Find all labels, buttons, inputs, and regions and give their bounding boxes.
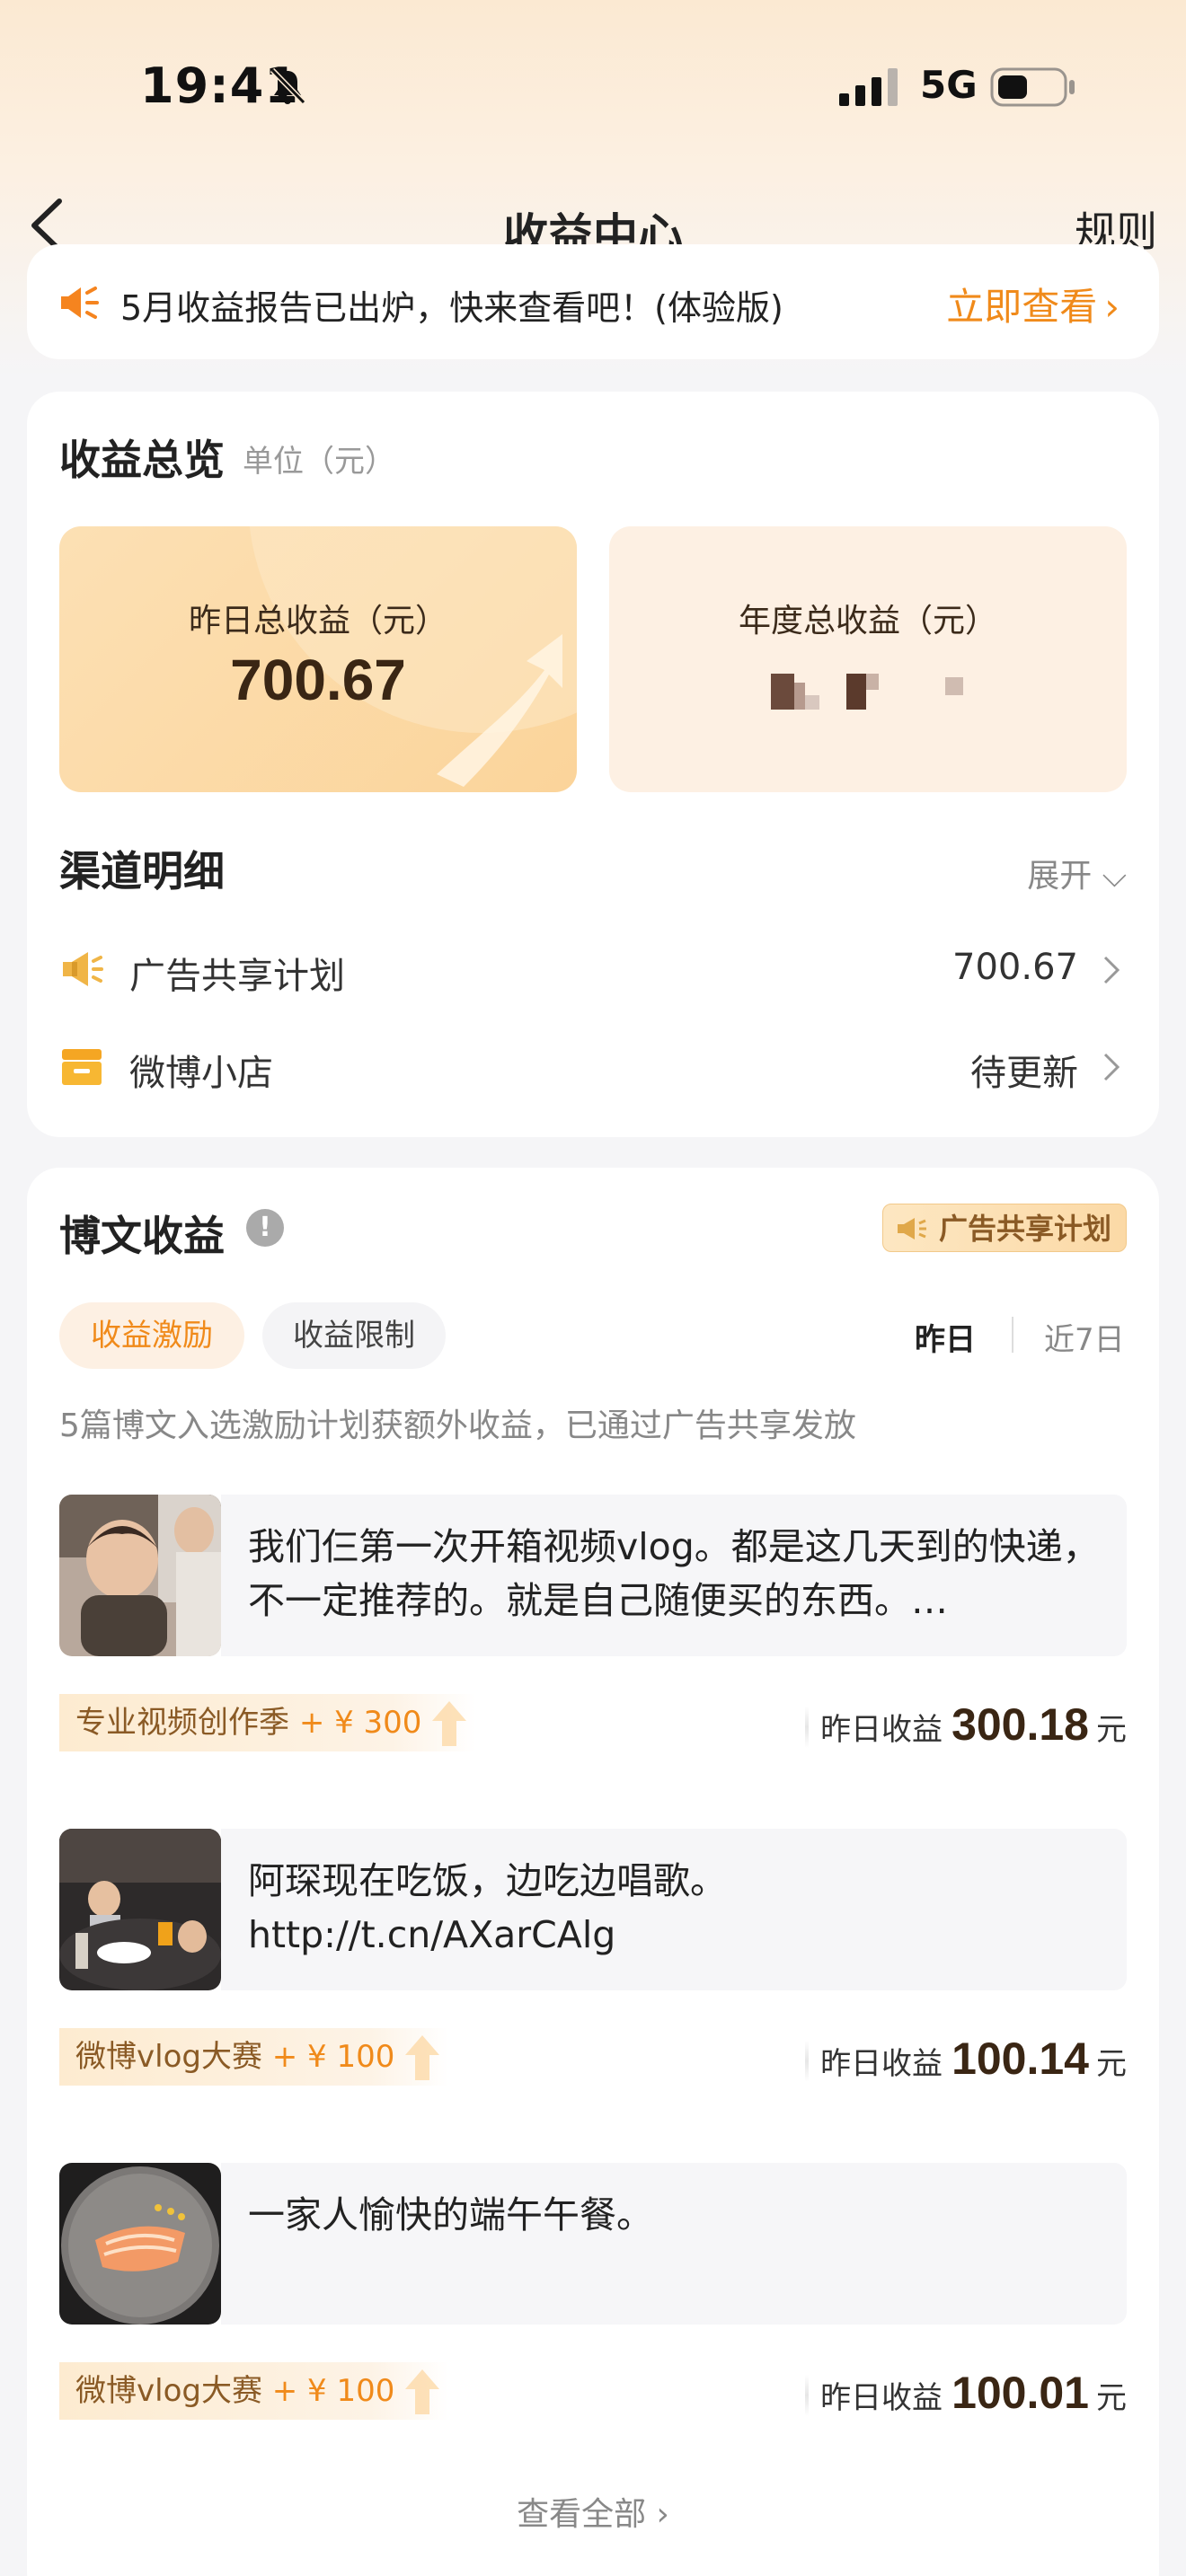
earning-value: 100.01 — [951, 2368, 1089, 2418]
see-all-link[interactable]: 查看全部 › — [27, 2488, 1159, 2535]
view-now-link[interactable]: 立即查看 › — [946, 277, 1120, 331]
annual-earnings-label: 年度总收益（元） — [738, 603, 997, 640]
ad-sharing-tag[interactable]: 广告共享计划 — [881, 1204, 1127, 1252]
network-type: 5G — [920, 63, 978, 107]
mute-bell-icon — [270, 67, 306, 105]
period-divider — [1012, 1317, 1013, 1353]
chevron-right-icon — [1103, 1053, 1120, 1081]
post-earnings-card: 博文收益 ! 广告共享计划 收益激励 收益限制 昨日 近7日 5篇博文入选激励计… — [27, 1168, 1159, 2576]
post-text-box: 一家人愉快的端午午餐。 — [221, 2163, 1127, 2325]
post-text-box: 阿琛现在吃饭，边吃边唱歌。 http://t.cn/AXarCAlg — [221, 1829, 1127, 1990]
view-now-label: 立即查看 — [946, 285, 1098, 329]
earnings-overview-card: 收益总览 单位（元） 昨日总收益（元） 700.67 年度总收益（元） 渠道明细… — [27, 392, 1159, 1137]
channel-row-ad-sharing[interactable]: 广告共享计划 700.67 — [59, 934, 1127, 1006]
tab-restriction[interactable]: 收益限制 — [262, 1302, 446, 1369]
megaphone-icon — [897, 1218, 926, 1239]
campaign-badge: 专业视频创作季 + ¥ 300 — [59, 1694, 476, 1751]
posts-title: 博文收益 — [59, 1212, 225, 1260]
currency-unit: 元 — [1096, 1712, 1127, 1748]
channel-label: 微博小店 — [129, 1053, 273, 1094]
megaphone-icon — [63, 952, 103, 986]
channel-value: 待更新 — [970, 1053, 1078, 1094]
post-thumbnail — [59, 1495, 221, 1656]
tab-incentive[interactable]: 收益激励 — [59, 1302, 244, 1369]
annual-earnings-tile[interactable]: 年度总收益（元） — [609, 526, 1127, 792]
currency-unit: 元 — [1096, 2380, 1127, 2416]
divider — [805, 2375, 809, 2416]
post-thumbnail — [59, 1829, 221, 1990]
campaign-name: 专业视频创作季 — [75, 1705, 289, 1741]
period-7days[interactable]: 近7日 — [1044, 1315, 1125, 1359]
post-thumbnail — [59, 2163, 221, 2325]
up-arrow-icon — [432, 1701, 467, 1746]
battery-icon — [990, 67, 1075, 107]
period-yesterday[interactable]: 昨日 — [915, 1315, 976, 1359]
campaign-bonus: + ¥ 300 — [298, 1705, 422, 1741]
tag-label: 广告共享计划 — [938, 1212, 1111, 1246]
post-earnings: 昨日收益 100.01 元 — [820, 2364, 1127, 2422]
campaign-name: 微博vlog大赛 — [75, 2373, 262, 2409]
info-icon[interactable]: ! — [246, 1209, 284, 1247]
post-text: 我们仨第一次开箱视频vlog。都是这几天到的快递，不一定推荐的。就是自己随便买的… — [248, 1525, 1100, 1622]
yesterday-earnings-label: 昨日总收益（元） — [188, 603, 447, 640]
currency-unit: 元 — [1096, 2046, 1127, 2082]
report-notice-banner[interactable]: 5月收益报告已出炉，快来查看吧！(体验版) 立即查看 › — [27, 244, 1159, 359]
overview-unit: 单位（元） — [243, 444, 395, 480]
channel-label: 广告共享计划 — [129, 956, 345, 997]
campaign-name: 微博vlog大赛 — [75, 2039, 262, 2075]
blurred-annual-value — [771, 674, 963, 710]
yesterday-earnings-tile[interactable]: 昨日总收益（元） 700.67 — [59, 526, 577, 792]
earning-label: 昨日收益 — [820, 2380, 943, 2416]
post-earnings: 昨日收益 300.18 元 — [820, 1696, 1127, 1753]
earning-value: 100.14 — [951, 2033, 1089, 2084]
earning-label: 昨日收益 — [820, 1712, 943, 1748]
channels-title: 渠道明细 — [59, 847, 225, 895]
chevron-right-icon — [1103, 956, 1120, 984]
chevron-right-icon: › — [656, 2496, 669, 2533]
expand-label: 展开 — [1027, 858, 1093, 895]
see-all-label: 查看全部 — [517, 2496, 647, 2533]
yesterday-earnings-value: 700.67 — [230, 648, 406, 712]
expand-toggle[interactable]: 展开 ⌵ — [1027, 850, 1127, 896]
post-text: 阿琛现在吃饭，边吃边唱歌。 http://t.cn/AXarCAlg — [248, 1859, 727, 1956]
earning-value: 300.18 — [951, 1699, 1089, 1750]
post-text: 一家人愉快的端午午餐。 — [248, 2193, 653, 2236]
posts-description: 5篇博文入选激励计划获额外收益，已通过广告共享发放 — [59, 1407, 856, 1444]
cellular-signal-icon — [839, 68, 898, 106]
campaign-bonus: + ¥ 100 — [271, 2039, 395, 2075]
status-bar: 19:41 5G — [0, 0, 1186, 171]
post-text-box: 我们仨第一次开箱视频vlog。都是这几天到的快递，不一定推荐的。就是自己随便买的… — [221, 1495, 1127, 1656]
up-arrow-icon — [405, 2035, 440, 2080]
channel-row-weibo-shop[interactable]: 微博小店 待更新 — [59, 1031, 1127, 1103]
up-arrow-icon — [405, 2369, 440, 2414]
overview-title: 收益总览 — [59, 436, 225, 484]
chevron-right-icon: › — [1104, 285, 1120, 329]
shop-icon — [62, 1049, 102, 1085]
post-earnings: 昨日收益 100.14 元 — [820, 2030, 1127, 2087]
divider — [805, 1707, 809, 1748]
campaign-bonus: + ¥ 100 — [271, 2373, 395, 2409]
campaign-badge: 微博vlog大赛 + ¥ 100 — [59, 2028, 449, 2086]
speaker-icon — [61, 287, 99, 319]
divider — [805, 2041, 809, 2082]
channel-value: 700.67 — [952, 947, 1078, 988]
chevron-down-icon: ⌵ — [1102, 858, 1127, 895]
notice-text: 5月收益报告已出炉，快来查看吧！(体验版) — [120, 288, 783, 328]
earning-label: 昨日收益 — [820, 2046, 943, 2082]
campaign-badge: 微博vlog大赛 + ¥ 100 — [59, 2362, 449, 2420]
